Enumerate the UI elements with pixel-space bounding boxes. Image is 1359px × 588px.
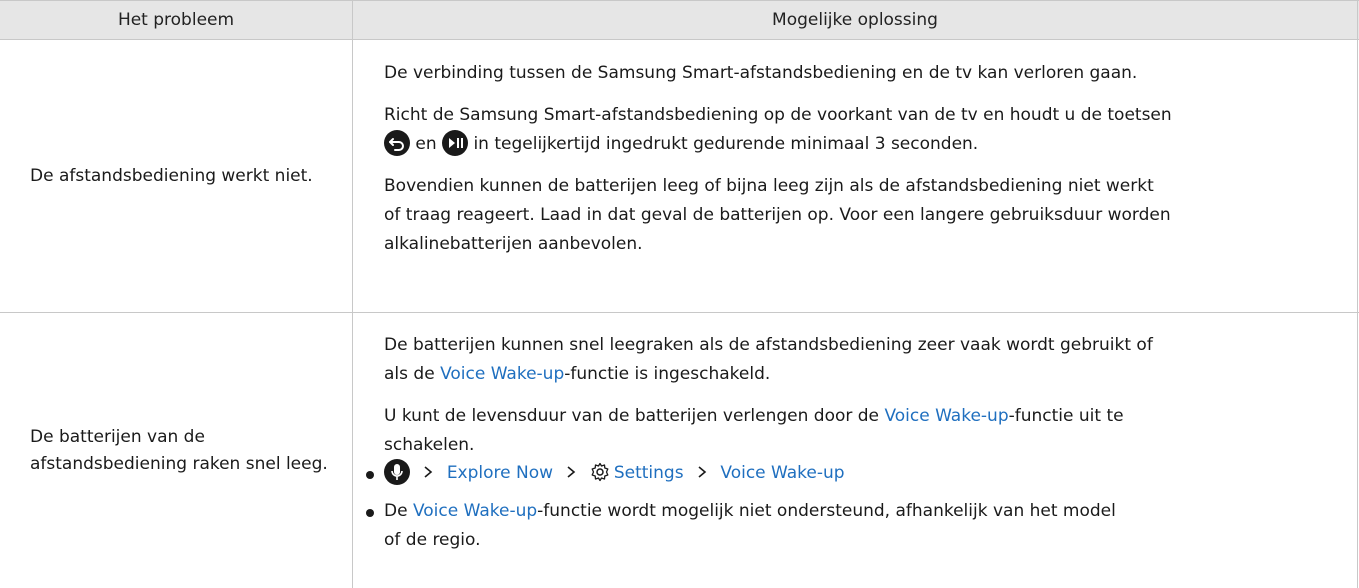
voice-wake-up-link[interactable]: Voice Wake-up xyxy=(884,406,1008,426)
play-pause-button-icon xyxy=(442,130,469,156)
solution-paragraph: Richt de Samsung Smart-afstandsbediening… xyxy=(384,105,1172,125)
note-text: -functie wordt mogelijk niet ondersteund… xyxy=(537,501,1116,521)
chevron-right-icon xyxy=(424,466,433,478)
solution-paragraph-line: als de Voice Wake-up-functie is ingescha… xyxy=(384,360,1314,389)
explore-now-link[interactable]: Explore Now xyxy=(447,463,553,483)
microphone-icon xyxy=(384,459,410,485)
solution-text: als de xyxy=(384,364,435,384)
note-line: of de regio. xyxy=(384,530,481,550)
voice-wake-up-link[interactable]: Voice Wake-up xyxy=(440,364,564,384)
problem-cell: De afstandsbediening werkt niet. xyxy=(0,40,352,312)
table-right-border xyxy=(1357,1,1358,588)
table-header: Het probleem Mogelijke oplossing xyxy=(0,1,1359,40)
solution-paragraph: Bovendien kunnen de batterijen leeg of b… xyxy=(384,176,1154,196)
solution-paragraph: De batterijen kunnen snel leegraken als … xyxy=(384,335,1153,355)
solution-text: -functie uit te xyxy=(1008,406,1124,426)
solution-paragraph: of traag reageert. Laad in dat geval de … xyxy=(384,205,1171,225)
solution-text: -functie is ingeschakeld. xyxy=(564,364,771,384)
bullet-icon xyxy=(366,471,374,479)
solution-text: in tegelijkertijd ingedrukt gedurende mi… xyxy=(473,134,979,154)
solution-paragraph-line: en in tegelijkertijd ingedrukt gedurende… xyxy=(384,130,1314,159)
bullet-icon xyxy=(366,509,374,517)
voice-wake-up-link[interactable]: Voice Wake-up xyxy=(413,501,537,521)
problem-text: De afstandsbediening werkt niet. xyxy=(30,165,313,186)
solution-paragraph: schakelen. xyxy=(384,435,475,455)
chevron-right-icon xyxy=(567,466,576,478)
settings-link[interactable]: Settings xyxy=(614,463,684,483)
solution-paragraph-line: U kunt de levensduur van de batterijen v… xyxy=(384,402,1314,431)
gear-icon xyxy=(591,462,609,482)
column-divider xyxy=(352,1,353,588)
menu-path: Explore Now Settings Voice Wake-up xyxy=(384,459,1314,488)
note-text: De xyxy=(384,501,408,521)
note-line: De Voice Wake-up-functie wordt mogelijk … xyxy=(384,497,1314,526)
problem-text: De batterijen van de afstandsbediening r… xyxy=(30,426,328,474)
troubleshooting-table: Het probleem Mogelijke oplossing De afst… xyxy=(0,0,1359,588)
chevron-right-icon xyxy=(698,466,707,478)
header-solution: Mogelijke oplossing xyxy=(772,10,938,30)
header-problem: Het probleem xyxy=(117,10,235,30)
solution-paragraph: alkalinebatterijen aanbevolen. xyxy=(384,234,643,254)
solution-paragraph: De verbinding tussen de Samsung Smart-af… xyxy=(384,63,1138,83)
solution-text: U kunt de levensduur van de batterijen v… xyxy=(384,406,880,426)
problem-cell: De batterijen van de afstandsbediening r… xyxy=(0,313,352,588)
back-button-icon xyxy=(384,130,410,156)
conjunction-text: en xyxy=(415,134,437,154)
voice-wake-up-link[interactable]: Voice Wake-up xyxy=(720,463,844,483)
